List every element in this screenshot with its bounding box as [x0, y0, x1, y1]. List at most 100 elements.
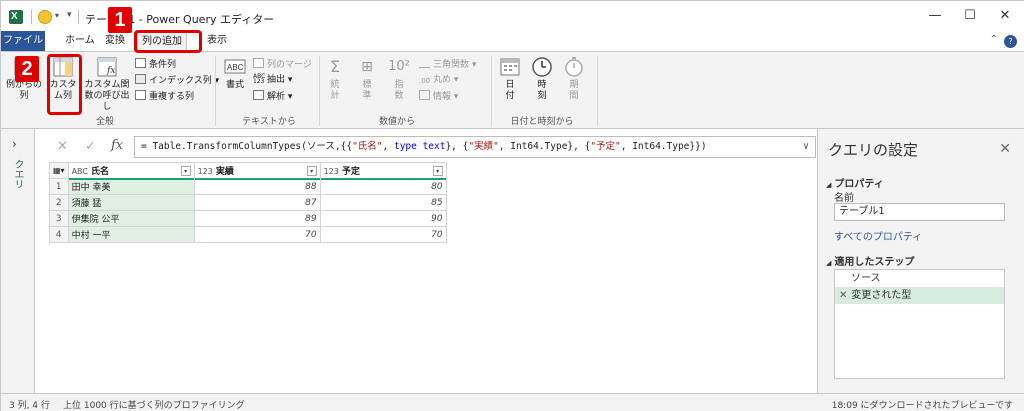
invoke-function-label: カスタム関数の呼び出し [84, 80, 130, 112]
cancel-formula-icon[interactable]: ✕ [57, 139, 68, 154]
whole-number-type-icon[interactable]: 123 [324, 167, 339, 176]
ribbon-collapse-icon[interactable]: ⌃ [990, 34, 998, 45]
applied-steps-section-header[interactable]: ◢ 適用したステップ [826, 253, 914, 268]
stopwatch-icon [563, 56, 585, 78]
tab-file[interactable]: ファイル [1, 31, 45, 51]
svg-text:fx: fx [106, 66, 115, 76]
ribbon-add-column: 例からの列 カスタム列 fx カスタム関数の呼び出し 条件列 インデックス列 ▾… [1, 51, 1024, 129]
tab-home[interactable]: ホーム [61, 31, 99, 51]
step-item-source[interactable]: ソース [835, 270, 1004, 287]
standard-icon: ⊞ [361, 59, 373, 75]
table-menu-button[interactable]: ▦▾ [49, 162, 69, 179]
cell-plan[interactable]: 85 [319, 194, 447, 211]
collapse-triangle-icon: ◢ [826, 181, 832, 189]
cell-plan[interactable]: 90 [319, 210, 447, 227]
row-number[interactable]: 4 [49, 226, 69, 243]
cell-actual[interactable]: 88 [193, 178, 321, 195]
index-column-button[interactable]: インデックス列 ▾ [135, 74, 219, 87]
close-settings-icon[interactable]: ✕ [999, 141, 1011, 157]
smiley-feedback-icon[interactable] [38, 10, 52, 24]
text-type-icon[interactable]: ABC [72, 167, 88, 176]
query-settings-pane: クエリの設定 ✕ ◢ プロパティ 名前 テーブル1 すべてのプロパティ ◢ 適用した… [817, 129, 1024, 393]
minimize-button[interactable]: — [925, 7, 945, 25]
cell-name[interactable]: 中村 一平 [67, 226, 195, 243]
name-label: 名前 [834, 193, 854, 204]
table-row: 1 田中 幸美 88 80 [49, 178, 447, 195]
trigonometry-icon [419, 58, 430, 68]
merge-columns-button[interactable]: 列のマージ [253, 58, 312, 71]
maximize-button[interactable]: ☐ [960, 7, 980, 25]
row-number[interactable]: 3 [49, 210, 69, 227]
tab-transform[interactable]: 変換 [101, 31, 129, 51]
filter-dropdown-icon[interactable]: ▾ [432, 165, 443, 176]
cell-name[interactable]: 須藤 猛 [67, 194, 195, 211]
filter-dropdown-icon[interactable]: ▾ [180, 165, 191, 176]
format-button[interactable]: ABC 書式 [221, 56, 249, 91]
parse-button[interactable]: 解析 ▾ [253, 90, 292, 103]
group-label-general: 全般 [95, 117, 114, 127]
cell-actual[interactable]: 70 [193, 226, 321, 243]
date-button[interactable]: 日付 [497, 56, 523, 102]
cell-name[interactable]: 伊集院 公平 [67, 210, 195, 227]
statistics-button[interactable]: Σ 統計 [323, 56, 347, 102]
tab-view[interactable]: 表示 [203, 31, 231, 51]
step-item-changed-type[interactable]: ✕ 変更された型 [835, 287, 1004, 304]
scientific-icon: 10² [388, 59, 410, 74]
scientific-button[interactable]: 10² 指数 [387, 56, 411, 102]
column-quality-bar [68, 178, 194, 180]
column-header-name[interactable]: ABC 氏名 ▾ [67, 162, 195, 180]
properties-section-header[interactable]: ◢ プロパティ [826, 175, 884, 190]
profiling-mode-link[interactable]: 上位 1000 行に基づく列のプロファイリング [63, 398, 245, 411]
column-header-plan[interactable]: 123 予定 ▾ [319, 162, 447, 180]
formula-expand-chevron-icon[interactable]: ∨ [803, 137, 809, 157]
cell-name[interactable]: 田中 幸美 [67, 178, 195, 195]
queries-label[interactable]: クエリ [10, 159, 25, 189]
standard-button[interactable]: ⊞ 標準 [355, 56, 379, 102]
cell-actual[interactable]: 87 [193, 194, 321, 211]
time-button[interactable]: 時刻 [529, 56, 555, 102]
column-header-actual[interactable]: 123 実績 ▾ [193, 162, 321, 180]
whole-number-type-icon[interactable]: 123 [198, 167, 213, 176]
format-icon: ABC [224, 56, 246, 78]
formula-input[interactable]: = Table.TransformColumnTypes(ソース,{{"氏名",… [134, 136, 816, 158]
rounding-icon: .00 [419, 77, 431, 85]
duration-label: 期間 [569, 80, 579, 101]
cell-plan[interactable]: 70 [319, 226, 447, 243]
cell-actual[interactable]: 89 [193, 210, 321, 227]
preview-download-time: 18:09 にダウンロードされたプレビューです [831, 401, 1013, 411]
filter-dropdown-icon[interactable]: ▾ [306, 165, 317, 176]
quick-access-caret-icon[interactable]: ▾ [67, 10, 72, 20]
ribbon-separator-2 [319, 56, 320, 126]
trigonometry-button[interactable]: 三角関数 ▾ [419, 58, 476, 71]
information-icon [419, 90, 430, 100]
close-window-button[interactable]: ✕ [995, 7, 1015, 25]
all-properties-link[interactable]: すべてのプロパティ [834, 228, 922, 243]
expand-queries-chevron-icon[interactable]: › [12, 137, 17, 151]
invoke-custom-function-button[interactable]: fx カスタム関数の呼び出し [83, 56, 131, 113]
format-label: 書式 [225, 80, 244, 90]
conditional-column-button[interactable]: 条件列 [135, 58, 176, 71]
duration-button[interactable]: 期間 [561, 56, 587, 102]
cell-plan[interactable]: 80 [319, 178, 447, 195]
group-label-text: テキストから [242, 117, 296, 127]
row-number[interactable]: 2 [49, 194, 69, 211]
excel-app-icon: X [9, 10, 23, 24]
information-button[interactable]: 情報 ▾ [419, 90, 458, 103]
delete-step-icon[interactable]: ✕ [839, 290, 847, 301]
rounding-button[interactable]: .00 丸め ▾ [419, 74, 458, 87]
commit-formula-icon[interactable]: ✓ [85, 139, 96, 154]
column-from-examples-label: 例からの列 [5, 80, 42, 101]
status-bar: 3 列, 4 行 上位 1000 行に基づく列のプロファイリング 18:09 に… [1, 393, 1024, 411]
scientific-label: 指数 [394, 80, 404, 101]
fx-icon[interactable]: fx [111, 138, 123, 153]
extract-button[interactable]: ABC 123 抽出 ▾ [253, 74, 292, 87]
smiley-caret-icon[interactable]: ▾ [55, 11, 59, 20]
query-name-input[interactable]: テーブル1 [834, 203, 1005, 221]
help-icon[interactable]: ? [1004, 35, 1017, 48]
row-number[interactable]: 1 [49, 178, 69, 195]
duplicate-column-button[interactable]: 重複する列 [135, 90, 194, 103]
group-label-datetime: 日付と時刻から [510, 117, 574, 127]
table-row: 3 伊集院 公平 89 90 [49, 210, 447, 227]
svg-text:ABC: ABC [227, 63, 244, 72]
parse-icon [253, 90, 264, 100]
